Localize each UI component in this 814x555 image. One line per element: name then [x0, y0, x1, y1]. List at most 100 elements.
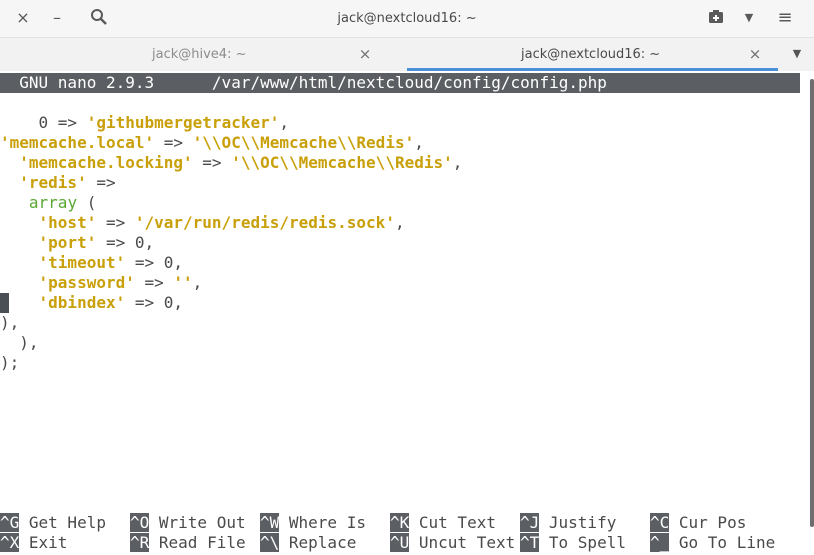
shortcut-item: ^O Write Out [130, 513, 246, 533]
string-literal: 'dbindex' [38, 293, 126, 312]
close-tab-icon[interactable]: × [355, 44, 375, 64]
code-text: , [452, 153, 463, 172]
shortcut-key: ^K [390, 513, 410, 532]
tab-list-dropdown-icon[interactable]: ▼ [785, 44, 809, 64]
shortcut-row: ^G Get Help ^O Write Out ^W Where Is ^K Cut… [0, 513, 800, 533]
shortcut-key: ^C [650, 513, 670, 532]
close-tab-icon[interactable]: × [745, 44, 765, 64]
shortcut-item: ^U Uncut Text [390, 533, 515, 553]
shortcut-item: ^K Cut Text [390, 513, 496, 533]
shortcut-description: Cur Pos [669, 513, 747, 532]
shortcut-description: Justify [539, 513, 617, 532]
shortcut-description: Read File [149, 533, 246, 552]
code-line: 'port' => 0, [0, 233, 462, 253]
shortcut-item: ^C Cur Pos [650, 513, 746, 533]
string-literal: '' [173, 273, 193, 292]
shortcut-key: ^\ [260, 533, 280, 552]
code-editor[interactable]: 0 => 'githubmergetracker','memcache.loca… [0, 113, 462, 373]
hamburger-menu-icon[interactable]: ≡ [774, 8, 796, 28]
string-literal: 'memcache.local' [0, 133, 155, 152]
shortcut-description: Where Is [279, 513, 366, 532]
shortcut-item: ^\ Replace [260, 533, 356, 553]
shortcut-item: ^J Justify [520, 513, 616, 533]
code-text: ( [77, 193, 97, 212]
shortcut-key: ^T [520, 533, 540, 552]
text-cursor [0, 293, 9, 313]
shortcut-description: Write Out [149, 513, 246, 532]
shortcut-bar: ^G Get Help ^O Write Out ^W Where Is ^K Cut… [0, 513, 800, 553]
window-title: jack@nextcloud16: ~ [337, 11, 477, 26]
shortcut-description: To Spell [539, 533, 626, 552]
code-text: => [134, 273, 174, 292]
code-line: 'timeout' => 0, [0, 253, 462, 273]
shortcut-description: Uncut Text [409, 533, 516, 552]
string-literal: 'timeout' [38, 253, 126, 272]
terminal-area[interactable]: GNU nano 2.9.3 /var/www/html/nextcloud/c… [0, 71, 814, 555]
string-literal: '\\OC\\Memcache\\Redis' [231, 153, 453, 172]
tab-hive4[interactable]: jack@hive4: ~ × [0, 38, 406, 71]
string-literal: 'port' [38, 233, 97, 252]
string-literal: 'redis' [19, 173, 87, 192]
title-bar: × – jack@nextcloud16: ~ ▼ ≡ [0, 0, 814, 38]
code-line: 0 => 'githubmergetracker', [0, 113, 462, 133]
shortcut-key: ^U [390, 533, 410, 552]
shortcut-key: ^R [130, 533, 150, 552]
code-text: => [86, 173, 116, 192]
nano-version: GNU nano 2.9.3 [19, 73, 155, 92]
scrollbar[interactable] [810, 79, 814, 527]
code-text: => [96, 213, 135, 232]
shortcut-item: ^_ Go To Line [650, 533, 775, 553]
code-text: , [279, 113, 289, 132]
shortcut-description: Replace [279, 533, 357, 552]
shortcut-item: ^X Exit [0, 533, 67, 553]
shortcut-item: ^G Get Help [0, 513, 106, 533]
string-literal: 'memcache.locking' [19, 153, 193, 172]
code-text: => 0, [125, 293, 184, 312]
code-line: ); [0, 353, 462, 373]
code-line: 'password' => '', [0, 273, 462, 293]
shortcut-item: ^R Read File [130, 533, 246, 553]
shortcut-item: ^T To Spell [520, 533, 626, 553]
code-text: => 0, [125, 253, 184, 272]
code-text: , [192, 273, 203, 292]
code-text: , [414, 133, 424, 152]
shortcut-item: ^W Where Is [260, 513, 366, 533]
code-text: => [154, 133, 193, 152]
code-line: array ( [0, 193, 462, 213]
code-line: 'dbindex' => 0, [0, 293, 462, 313]
shortcut-key: ^G [0, 513, 20, 532]
shortcut-row: ^X Exit ^R Read File ^\ Replace ^U Uncut Te… [0, 533, 800, 553]
shortcut-key: ^W [260, 513, 280, 532]
tab-label: jack@hive4: ~ [152, 47, 247, 62]
keyword: array [28, 193, 78, 212]
file-path: /var/www/html/nextcloud/config/config.ph… [211, 73, 607, 92]
shortcut-key: ^X [0, 533, 20, 552]
shortcut-key: ^_ [650, 533, 670, 552]
code-line: ), [0, 333, 462, 353]
shortcut-key: ^O [130, 513, 150, 532]
string-literal: 'githubmergetracker' [86, 113, 280, 132]
shortcut-key: ^J [520, 513, 540, 532]
code-text: 0 => [38, 113, 87, 132]
chevron-down-icon[interactable]: ▼ [738, 8, 760, 28]
string-literal: '\\OC\\Memcache\\Redis' [192, 133, 415, 152]
code-text: => [192, 153, 232, 172]
new-tab-icon[interactable] [705, 8, 727, 28]
code-line: 'memcache.local' => '\\OC\\Memcache\\Red… [0, 133, 462, 153]
tab-nextcloud16[interactable]: jack@nextcloud16: ~ × [407, 38, 778, 71]
shortcut-description: Go To Line [669, 533, 776, 552]
code-line: 'redis' => [0, 173, 462, 193]
tab-label: jack@nextcloud16: ~ [521, 47, 661, 62]
shortcut-description: Get Help [19, 513, 106, 532]
code-text: , [394, 213, 405, 232]
shortcut-description: Exit [19, 533, 68, 552]
